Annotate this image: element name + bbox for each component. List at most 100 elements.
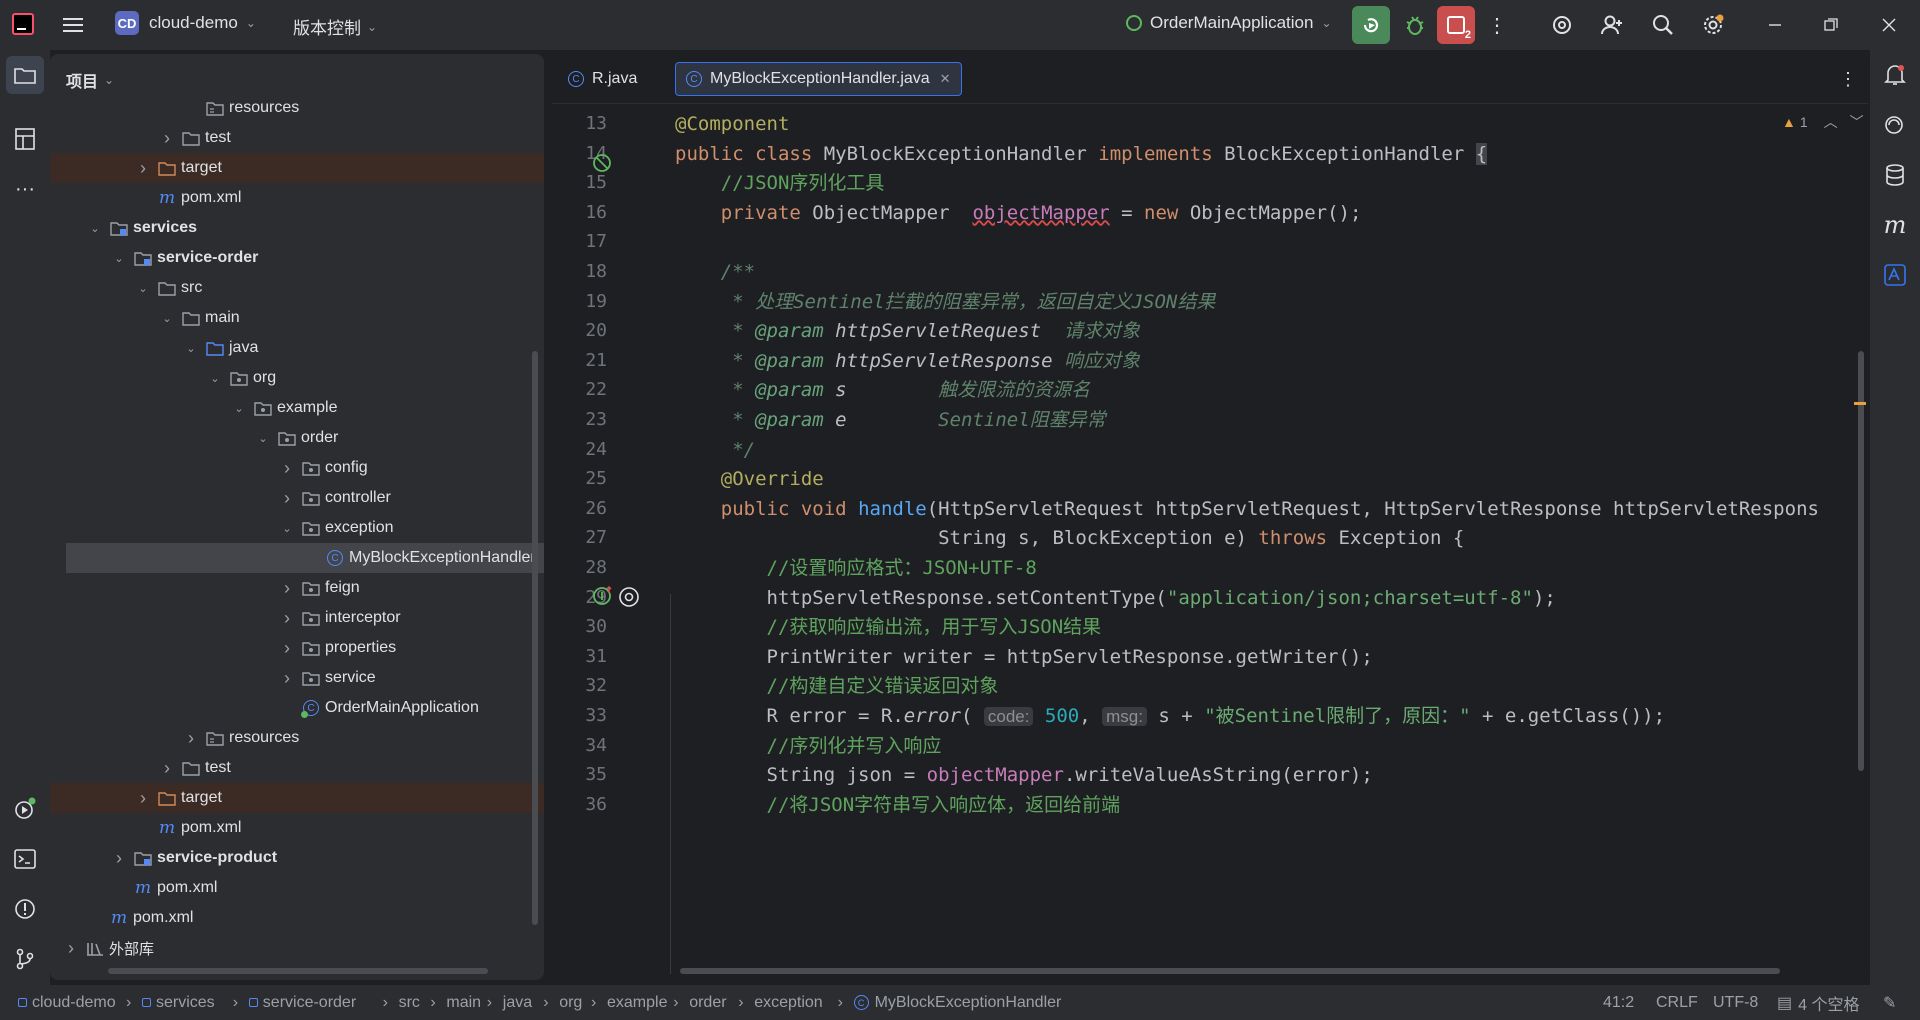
main-menu-icon[interactable] [60, 12, 86, 38]
override-gutter-icon[interactable] [592, 585, 616, 612]
chevron-right-icon[interactable]: › [280, 578, 294, 599]
breadcrumb-item[interactable]: C MyBlockExceptionHandler [853, 985, 1061, 1020]
tree-item[interactable]: ⌄ order [50, 423, 544, 453]
tree-item[interactable]: › interceptor [50, 603, 544, 633]
services-tool-button[interactable] [6, 790, 44, 828]
breadcrumb-item[interactable]: service-order [248, 985, 356, 1020]
vcs-menu[interactable]: 版本控制 ⌄ [293, 14, 377, 39]
breadcrumb-item[interactable]: cloud-demo [18, 985, 116, 1020]
line-separator[interactable]: CRLF [1656, 985, 1698, 1020]
caret-position[interactable]: 41:2 [1603, 985, 1634, 1020]
git-tool-button[interactable] [6, 940, 44, 978]
code-area[interactable]: 13 @Component 14 public class MyBlockExcept… [552, 112, 1868, 980]
tree-item[interactable]: › feign [50, 573, 544, 603]
project-panel-header[interactable]: 项目 ⌄ [66, 68, 114, 92]
close-tab-icon[interactable]: ✕ [940, 71, 951, 87]
editor-vertical-scrollbar[interactable] [1858, 351, 1864, 771]
tree-item[interactable]: › config [50, 453, 544, 483]
ai-chat-icon[interactable] [1876, 106, 1914, 144]
breadcrumb-item[interactable]: org [559, 985, 582, 1020]
breadcrumb-item[interactable]: exception [754, 985, 823, 1020]
tree-item[interactable]: m pom.xml [50, 903, 544, 933]
chevron-right-icon[interactable]: › [112, 848, 126, 869]
chevron-down-icon[interactable]: ⌄ [160, 312, 174, 325]
editor-horizontal-scrollbar[interactable] [680, 968, 1780, 974]
chevron-down-icon[interactable]: ⌄ [184, 342, 198, 355]
tab-r-java[interactable]: C R.java [558, 62, 647, 96]
tree-item[interactable]: m pom.xml [50, 183, 544, 213]
chevron-right-icon[interactable]: › [136, 788, 150, 809]
breadcrumb-item[interactable]: src [399, 985, 420, 1020]
rerun-button[interactable] [1352, 6, 1390, 44]
chevron-right-icon[interactable]: › [280, 488, 294, 509]
run-config-selector[interactable]: OrderMainApplication ⌄ [1126, 13, 1332, 33]
tree-item[interactable]: › controller [50, 483, 544, 513]
endpoint-gutter-icon[interactable] [618, 586, 640, 613]
restore-window-icon[interactable] [1818, 12, 1844, 38]
tree-item[interactable]: ⌄ service-order [50, 243, 544, 273]
tree-item[interactable]: ⌄ main [50, 303, 544, 333]
tree-item[interactable]: › resources [50, 723, 544, 753]
chevron-right-icon[interactable]: › [280, 668, 294, 689]
tree-item[interactable]: resources [50, 93, 544, 123]
tree-item[interactable]: ⌄ java [50, 333, 544, 363]
tree-item[interactable]: m pom.xml [50, 813, 544, 843]
breadcrumb-item[interactable]: main [446, 985, 481, 1020]
tree-item[interactable]: › target [50, 153, 544, 183]
tree-item[interactable]: ⌄ example [50, 393, 544, 423]
tab-myblockexceptionhandler-java[interactable]: C MyBlockExceptionHandler.java ✕ [675, 62, 962, 96]
structure-tool-button[interactable] [6, 120, 44, 158]
project-tool-button[interactable] [6, 56, 44, 94]
chevron-right-icon[interactable]: › [160, 758, 174, 779]
tree-item[interactable]: ⌄ services [50, 213, 544, 243]
chevron-down-icon[interactable]: ⌄ [256, 432, 270, 445]
chevron-right-icon[interactable]: › [160, 128, 174, 149]
warning-stripe-marker[interactable] [1854, 402, 1866, 405]
breadcrumb-item[interactable]: order [689, 985, 726, 1020]
tree-horizontal-scrollbar[interactable] [108, 968, 488, 974]
tree-item[interactable]: › test [50, 753, 544, 783]
tree-item[interactable]: C MyBlockExceptionHandler [66, 543, 544, 573]
tree-item[interactable]: › properties [50, 633, 544, 663]
more-tools-icon[interactable]: ··· [6, 170, 44, 208]
tree-item[interactable]: › 外部库 [50, 933, 544, 963]
implements-gutter-icon[interactable] [592, 153, 616, 180]
chevron-right-icon[interactable]: › [280, 638, 294, 659]
code-line[interactable]: 36 //将JSON字符串写入响应体，返回给前端 [552, 787, 1868, 823]
chevron-down-icon[interactable]: ⌄ [280, 522, 294, 535]
tree-item[interactable]: › service [50, 663, 544, 693]
translate-icon[interactable] [1876, 256, 1914, 294]
more-actions-icon[interactable]: ⋮ [1487, 10, 1507, 40]
tree-item[interactable]: ⌄ exception [50, 513, 544, 543]
breadcrumb-item[interactable]: java [503, 985, 532, 1020]
chevron-down-icon[interactable]: ⌄ [232, 402, 246, 415]
tree-item[interactable]: ⌄ src [50, 273, 544, 303]
database-icon[interactable] [1876, 156, 1914, 194]
tree-item[interactable]: m pom.xml [50, 873, 544, 903]
chevron-down-icon[interactable]: ⌄ [136, 282, 150, 295]
ai-assistant-icon[interactable] [1548, 11, 1576, 39]
tab-options-icon[interactable]: ⋮ [1838, 66, 1858, 92]
chevron-right-icon[interactable]: › [184, 728, 198, 749]
indent-setting[interactable]: ▤ 4 个空格 [1777, 985, 1859, 1020]
close-window-icon[interactable] [1876, 12, 1902, 38]
debug-button[interactable] [1400, 10, 1430, 40]
chevron-right-icon[interactable]: › [64, 938, 78, 959]
add-user-icon[interactable] [1598, 11, 1626, 39]
chevron-right-icon[interactable]: › [136, 158, 150, 179]
edit-lock-icon[interactable]: ✎ [1883, 985, 1896, 1020]
search-icon[interactable] [1649, 11, 1677, 39]
terminal-tool-button[interactable] [6, 840, 44, 878]
chevron-right-icon[interactable]: › [280, 608, 294, 629]
tree-vertical-scrollbar[interactable] [532, 351, 538, 925]
tree-item[interactable]: › test [50, 123, 544, 153]
tree-item[interactable]: › service-product [50, 843, 544, 873]
tree-item[interactable]: ⌄ org [50, 363, 544, 393]
project-switcher[interactable]: CD cloud-demo ⌄ [115, 11, 256, 35]
breadcrumb-item[interactable]: services [142, 985, 215, 1020]
stop-button[interactable]: 2 [1437, 6, 1475, 44]
chevron-down-icon[interactable]: ⌄ [112, 252, 126, 265]
chevron-right-icon[interactable]: › [280, 458, 294, 479]
maven-tool-icon[interactable]: m [1876, 206, 1914, 244]
minimize-window-icon[interactable] [1762, 12, 1788, 38]
